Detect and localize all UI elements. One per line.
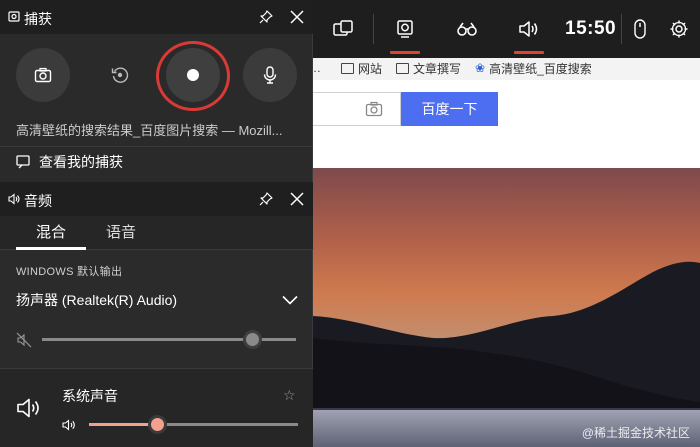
capture-icon — [397, 20, 413, 38]
active-indicator — [514, 51, 544, 54]
muted-speaker-icon[interactable] — [16, 332, 32, 348]
record-last-icon — [111, 67, 129, 83]
bookmark-wallpaper[interactable]: ❀ 高清壁纸_百度搜索 — [475, 60, 592, 77]
bookmark-partial[interactable]: … — [313, 61, 321, 75]
capture-toggle-button[interactable] — [387, 0, 423, 58]
start-recording-button[interactable] — [166, 48, 220, 102]
bookmark-websites[interactable]: 网站 — [341, 60, 382, 77]
toolbar-separator — [373, 14, 374, 44]
close-icon[interactable] — [289, 191, 305, 207]
widget-menu-icon — [333, 20, 353, 36]
master-volume-row — [16, 330, 298, 350]
record-last-button[interactable] — [93, 48, 147, 102]
default-output-label: WINDOWS 默认输出 — [16, 266, 123, 278]
audio-title: 音频 — [24, 193, 52, 209]
baidu-search-button[interactable]: 百度一下 — [401, 92, 498, 126]
output-device-dropdown[interactable]: 扬声器 (Realtek(R) Audio) — [16, 288, 298, 312]
mouse-button[interactable] — [629, 0, 651, 58]
master-volume-slider[interactable] — [243, 330, 263, 349]
wallpaper-image — [313, 168, 700, 447]
baidu-paw-icon: ❀ — [475, 61, 486, 75]
close-icon[interactable] — [289, 9, 305, 25]
audio-toggle-button[interactable] — [511, 0, 547, 58]
system-volume-slider[interactable] — [148, 415, 168, 434]
widget-menu-button[interactable] — [325, 0, 361, 58]
system-sounds-icon — [17, 398, 39, 418]
speaker-icon — [8, 193, 20, 205]
tab-voice[interactable]: 语音 — [106, 221, 136, 242]
camera-icon[interactable] — [365, 101, 383, 117]
binoculars-icon — [457, 22, 477, 36]
gear-icon — [670, 20, 688, 38]
search-row: 百度一下 — [313, 92, 700, 126]
active-tab-indicator — [16, 247, 86, 250]
star-icon[interactable]: ☆ — [283, 387, 296, 404]
browser-window: … 网站 文章撰写 ❀ 高清壁纸_百度搜索 百度一下 — [313, 0, 700, 447]
audio-header: 音频 — [0, 182, 313, 216]
watermark: @稀土掘金技术社区 — [581, 426, 690, 440]
toolbar-separator — [621, 14, 622, 44]
capture-title: 捕获 — [24, 11, 52, 27]
bookmark-partial-label: … — [313, 61, 321, 75]
pin-icon[interactable] — [258, 191, 274, 207]
tab-mix[interactable]: 混合 — [36, 221, 66, 242]
divider — [0, 146, 313, 147]
capture-target-window: 高清壁纸的搜索结果_百度图片搜索 — Mozill... — [16, 123, 283, 138]
output-device-value: 扬声器 (Realtek(R) Audio) — [16, 292, 178, 308]
capture-widget: 捕获 高清壁纸的搜索结果_百度图片搜索 — Mozill... 查看我的捕获 — [0, 0, 313, 182]
bookmark-label: 网站 — [358, 61, 383, 76]
mouse-icon — [634, 19, 646, 39]
camera-icon — [34, 67, 52, 83]
performance-toggle-button[interactable] — [449, 0, 485, 58]
microphone-icon — [263, 66, 277, 84]
active-indicator — [390, 51, 420, 54]
view-captures-label: 查看我的捕获 — [39, 154, 123, 170]
settings-button[interactable] — [665, 0, 693, 58]
view-my-captures-link[interactable]: 查看我的捕获 — [16, 152, 123, 172]
bookmarks-bar: … 网站 文章撰写 ❀ 高清壁纸_百度搜索 — [313, 56, 700, 80]
capture-header: 捕获 — [0, 0, 313, 34]
audio-tabs: 混合 语音 — [0, 216, 313, 250]
audio-widget: 音频 混合 语音 WINDOWS 默认输出 扬声器 (Realtek(R) Au… — [0, 182, 313, 447]
system-sounds-section: 系统声音 ☆ — [0, 369, 313, 447]
bookmark-articles[interactable]: 文章撰写 — [396, 60, 461, 77]
system-sounds-label: 系统声音 — [62, 388, 118, 404]
system-volume-row — [62, 415, 298, 435]
bookmark-label: 文章撰写 — [413, 61, 462, 76]
capture-icon — [8, 11, 20, 22]
speaker-icon — [519, 21, 538, 37]
clock: 15:50 — [565, 18, 617, 39]
microphone-button[interactable] — [243, 48, 297, 102]
chevron-down-icon — [282, 295, 298, 305]
screenshot-button[interactable] — [16, 48, 70, 102]
gallery-icon — [16, 155, 30, 169]
folder-icon — [396, 62, 410, 74]
record-dot-icon — [187, 69, 199, 81]
folder-icon — [341, 62, 354, 74]
game-bar-toolbar: 15:50 — [313, 0, 700, 58]
speaker-icon[interactable] — [62, 418, 76, 432]
search-input[interactable] — [313, 92, 401, 126]
pin-icon[interactable] — [258, 9, 274, 25]
bookmark-label: 高清壁纸_百度搜索 — [489, 61, 592, 76]
